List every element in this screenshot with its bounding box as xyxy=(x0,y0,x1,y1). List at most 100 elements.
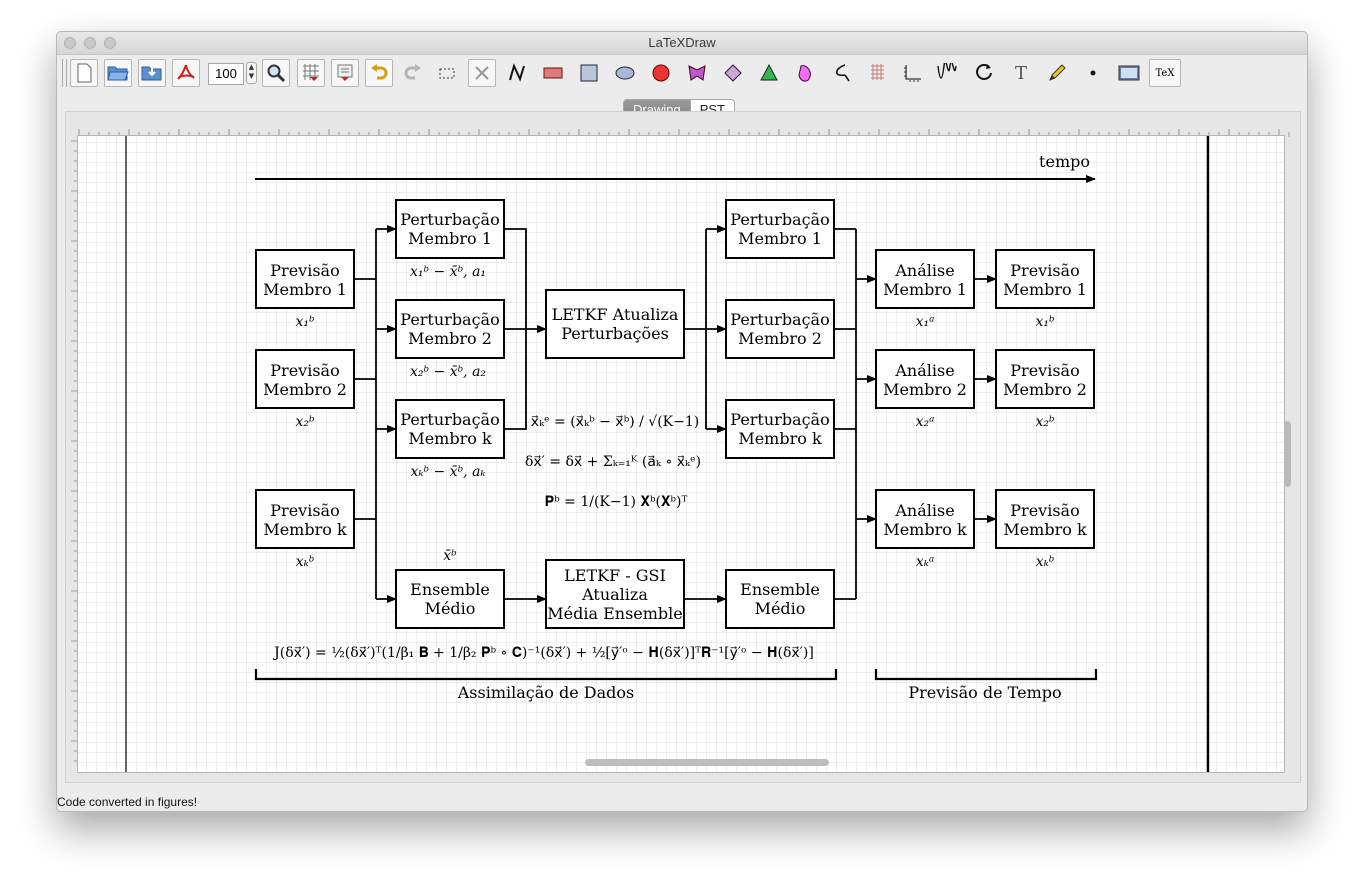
save-file-button[interactable] xyxy=(138,59,166,87)
status-message: Code converted in figures! xyxy=(57,795,198,809)
fc1-sub: x₁ᵇ xyxy=(1035,314,1054,330)
ens2-line2: Médio xyxy=(755,599,806,618)
magnet-grid-icon xyxy=(337,64,353,81)
zoom-input[interactable]: 100 xyxy=(208,63,244,85)
formula-delta-x: δx⃗′ = δx⃗ + Σₖ₌₁ᴷ (a⃗ₖ ∘ x⃗ₖᵉ) xyxy=(525,454,701,470)
closed-curve-tool-button[interactable] xyxy=(971,59,999,87)
rectangle-icon xyxy=(543,67,563,79)
triangle-icon xyxy=(760,63,778,81)
fc2-sub: x₂ᵇ xyxy=(1035,414,1054,430)
ensemble-mean-label: x̄ᵇ xyxy=(443,548,457,564)
circle-tool-button[interactable] xyxy=(647,59,675,87)
picture-tool-button[interactable] xyxy=(1115,59,1143,87)
undo-button[interactable] xyxy=(365,59,393,87)
pencil-tool-button[interactable] xyxy=(1043,59,1071,87)
rpertk-line2: Membro k xyxy=(738,429,822,448)
redo-icon xyxy=(404,64,421,80)
ens1-line1: Ensemble xyxy=(410,580,490,599)
triangle-tool-button[interactable] xyxy=(755,59,783,87)
grid-shape-icon xyxy=(871,64,884,80)
fc1-line1: Previsão xyxy=(1010,261,1079,280)
prevk-line1: Previsão xyxy=(270,501,339,520)
pert1-line2: Membro 1 xyxy=(408,229,492,248)
gsi-line2: Atualiza xyxy=(581,585,648,604)
pdf-icon xyxy=(177,64,195,80)
ank-sub: xₖᵃ xyxy=(916,554,934,570)
export-pdf-button[interactable] xyxy=(172,59,200,87)
select-tool-button[interactable] xyxy=(433,59,461,87)
grid-button[interactable] xyxy=(297,59,325,87)
pert1-sub: x₁ᵇ − x̄ᵇ, a₁ xyxy=(410,264,486,280)
rpert1-line1: Perturbação xyxy=(730,210,829,229)
pert2-line1: Perturbação xyxy=(400,310,499,329)
pertk-line2: Membro k xyxy=(408,429,492,448)
rpert2-line2: Membro 2 xyxy=(738,329,822,348)
fck-line2: Membro k xyxy=(1003,520,1087,539)
rhombus-tool-button[interactable] xyxy=(719,59,747,87)
formula-cost-j: J(δx⃗′) = ½(δx⃗′)ᵀ(1/β₁ 𝐁 + 1/β₂ 𝐏ᵇ ∘ 𝐂)… xyxy=(272,645,814,661)
magnetic-grid-button[interactable] xyxy=(331,59,359,87)
fc2-line2: Membro 2 xyxy=(1003,380,1087,399)
zoom-stepper[interactable]: ▲ ▼ xyxy=(246,62,257,84)
square-icon xyxy=(580,64,598,82)
drawing-canvas[interactable]: tempo Previsão Membro 1 x₁ᵇ Previsão Mem… xyxy=(77,135,1285,773)
delete-button[interactable] xyxy=(468,59,496,87)
prevk-sub: xₖᵇ xyxy=(296,554,315,570)
zoom-button[interactable] xyxy=(262,59,290,87)
tempo-label: tempo xyxy=(1039,152,1090,171)
dot-tool-button[interactable] xyxy=(1079,59,1107,87)
rectangle-tool-button[interactable] xyxy=(539,59,567,87)
an1-sub: x₁ᵃ xyxy=(916,314,935,330)
letkf-line2: Perturbações xyxy=(561,324,669,343)
an2-line2: Membro 2 xyxy=(883,380,967,399)
redo-button[interactable] xyxy=(399,59,427,87)
rpertk-line1: Perturbação xyxy=(730,410,829,429)
fck-sub: xₖᵇ xyxy=(1036,554,1055,570)
ellipse-tool-button[interactable] xyxy=(611,59,639,87)
an1-line1: Análise xyxy=(894,261,954,280)
toolbar: 100 ▲ ▼ T TeX xyxy=(57,55,1307,91)
arc-tool-button[interactable] xyxy=(827,59,855,87)
open-file-button[interactable] xyxy=(104,59,132,87)
pertk-sub: xₖᵇ − x̄ᵇ, aₖ xyxy=(410,464,485,480)
text-tool-button[interactable]: T xyxy=(1007,59,1035,87)
pertk-line1: Perturbação xyxy=(400,410,499,429)
circle-arrow-icon xyxy=(976,64,992,80)
bezier-tool-button[interactable] xyxy=(935,59,963,87)
title-bar: LaTeXDraw xyxy=(57,32,1307,55)
polygon-icon xyxy=(688,65,706,81)
chevron-up-icon[interactable]: ▲ xyxy=(247,63,256,72)
assimilacao-label: Assimilação de Dados xyxy=(457,683,635,702)
pert2-line2: Membro 2 xyxy=(408,329,492,348)
lines-tool-button[interactable] xyxy=(503,59,531,87)
new-file-button[interactable] xyxy=(70,59,98,87)
gsi-line1: LETKF - GSI xyxy=(564,566,666,585)
formula-xe: x⃗ₖᵉ = (x⃗ₖᵇ − x⃗ᵇ) / √(K−1) xyxy=(531,414,699,430)
previsao-tempo-label: Previsão de Tempo xyxy=(908,683,1061,702)
picture-icon xyxy=(1118,65,1140,81)
gsi-line3: Média Ensemble xyxy=(547,604,683,623)
pencil-icon xyxy=(1049,64,1066,81)
an2-sub: x₂ᵃ xyxy=(916,414,935,430)
polyline-icon xyxy=(509,63,525,82)
axes-tool-button[interactable] xyxy=(899,59,927,87)
fc2-line1: Previsão xyxy=(1010,361,1079,380)
fc1-line2: Membro 1 xyxy=(1003,280,1087,299)
chevron-down-icon[interactable]: ▼ xyxy=(247,72,256,81)
pert2-sub: x₂ᵇ − x̄ᵇ, a₂ xyxy=(410,364,486,380)
rpert1-line2: Membro 1 xyxy=(738,229,822,248)
square-tool-button[interactable] xyxy=(575,59,603,87)
arc-icon xyxy=(835,64,850,82)
vertical-scrollbar[interactable] xyxy=(1284,421,1291,487)
save-icon xyxy=(141,66,162,81)
prev2-line2: Membro 2 xyxy=(263,380,347,399)
ank-line1: Análise xyxy=(894,501,954,520)
pert1-line1: Perturbação xyxy=(400,210,499,229)
polygon-tool-button[interactable] xyxy=(683,59,711,87)
tex-button[interactable]: TeX xyxy=(1149,59,1181,87)
prev1-line1: Previsão xyxy=(270,261,339,280)
freehand-tool-button[interactable] xyxy=(791,59,819,87)
grid-shape-tool-button[interactable] xyxy=(863,59,891,87)
ellipse-icon xyxy=(615,66,635,80)
horizontal-scrollbar[interactable] xyxy=(585,759,829,766)
